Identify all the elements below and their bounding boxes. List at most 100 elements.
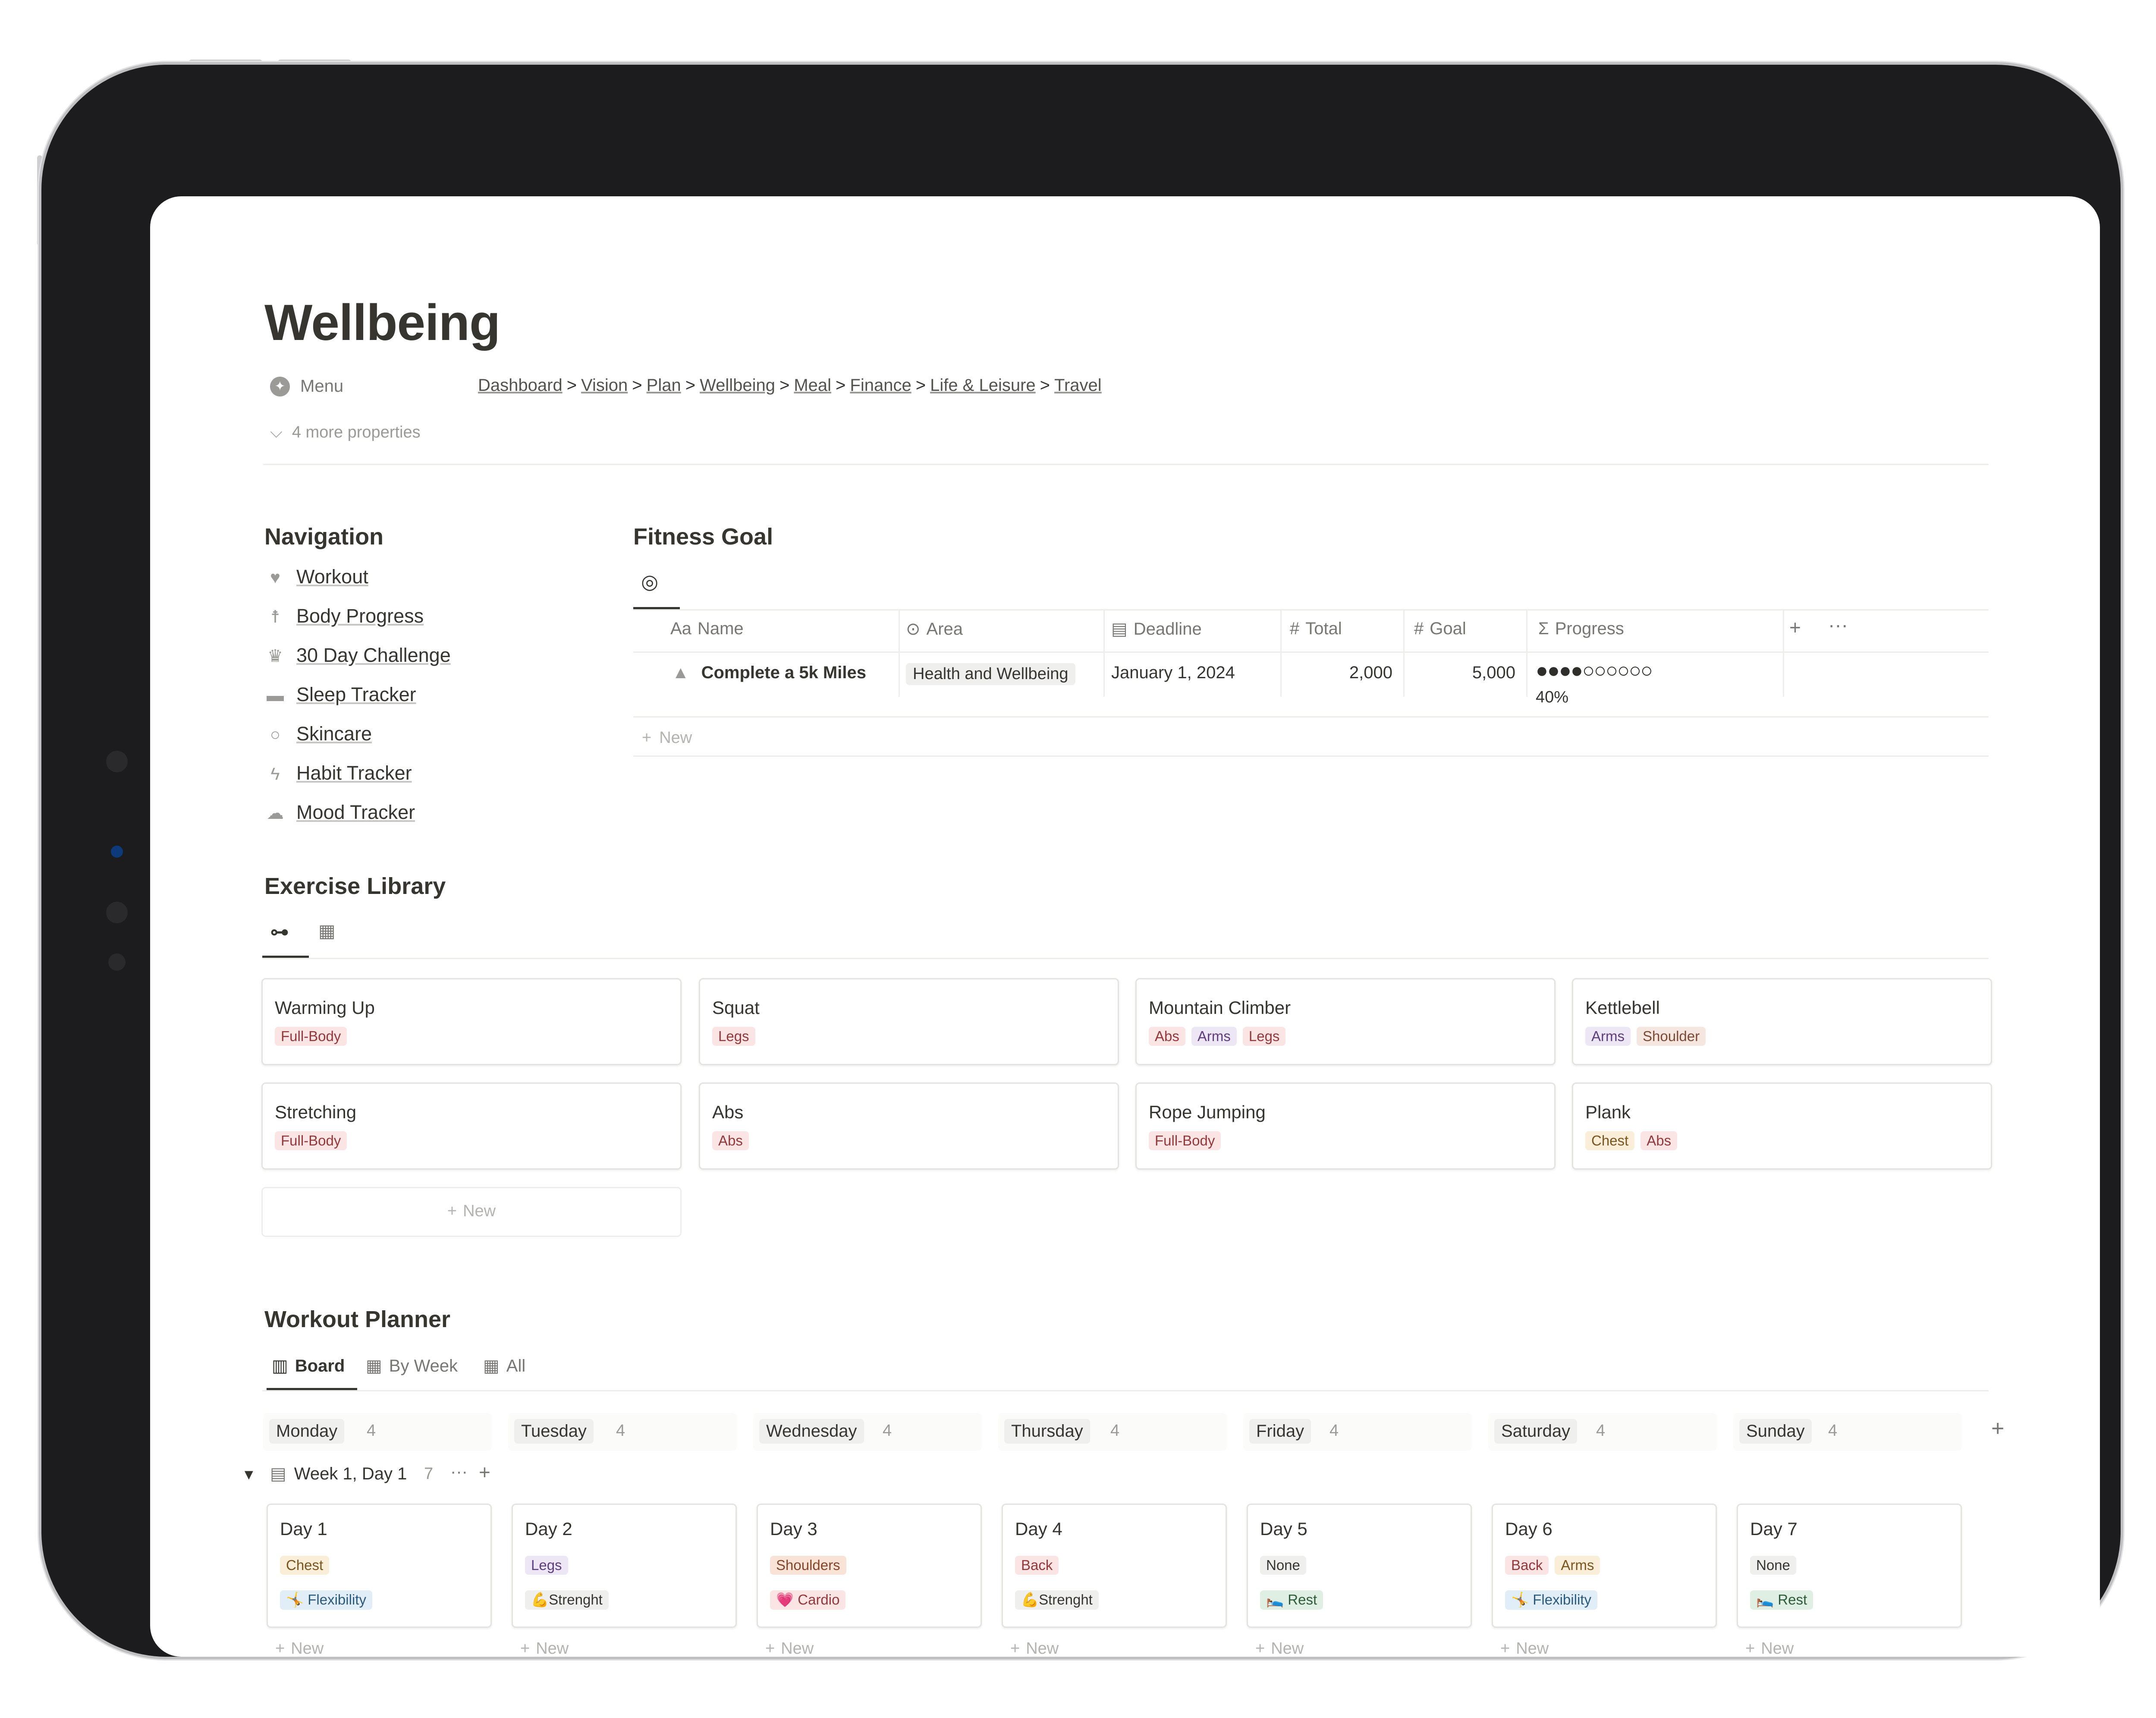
nav-item-mood-tracker[interactable]: ☁ Mood Tracker <box>264 801 415 824</box>
dumbbell-icon[interactable]: ⊶ <box>270 921 289 943</box>
exercise-card[interactable]: Stretching Full-Body <box>261 1082 682 1170</box>
column-progress[interactable]: Σ Progress <box>1538 619 1624 639</box>
plus-icon: + <box>1500 1639 1510 1657</box>
board-column-friday[interactable]: Friday 4 <box>1243 1413 1472 1451</box>
column-deadline[interactable]: ▤ Deadline <box>1111 619 1202 639</box>
new-card-button[interactable]: + New <box>1500 1639 1549 1657</box>
deadline-cell[interactable]: January 1, 2024 <box>1111 663 1235 683</box>
breadcrumb-wellbeing[interactable]: Wellbeing <box>700 376 775 395</box>
tag: Legs <box>1242 1027 1286 1046</box>
exercise-card[interactable]: Squat Legs <box>699 978 1119 1065</box>
new-card-button[interactable]: + New <box>1255 1639 1304 1657</box>
exercise-card[interactable]: Abs Abs <box>699 1082 1119 1170</box>
nav-item-habit-tracker[interactable]: ϟ Habit Tracker <box>264 762 412 784</box>
more-properties-toggle[interactable]: ⌵ 4 more properties <box>270 423 421 442</box>
new-card-button[interactable]: + New <box>1010 1639 1059 1657</box>
board-card[interactable]: Day 3 Shoulders 💗 Cardio <box>757 1504 982 1628</box>
nav-item-sleep-tracker[interactable]: ▬ Sleep Tracker <box>264 683 416 706</box>
card-title: Day 6 <box>1505 1519 1553 1539</box>
board-column-saturday[interactable]: Saturday 4 <box>1488 1413 1717 1451</box>
new-card-button[interactable]: + New <box>261 1187 682 1237</box>
board-card[interactable]: Day 6 Back Arms 🤸 Flexibility <box>1492 1504 1717 1628</box>
tab-by-week[interactable]: ▦ By Week <box>366 1356 458 1376</box>
board-column-wednesday[interactable]: Wednesday 4 <box>753 1413 982 1451</box>
new-label: New <box>1761 1639 1794 1657</box>
add-column-icon[interactable]: + <box>1789 616 1801 639</box>
exercise-card[interactable]: Plank Chest Abs <box>1572 1082 1992 1170</box>
card-title: Plank <box>1585 1102 1631 1122</box>
area-tag: Health and Wellbeing <box>906 663 1075 685</box>
board-card[interactable]: Day 7 None 🛌 Rest <box>1737 1504 1962 1628</box>
tag: Legs <box>525 1556 568 1575</box>
board-card[interactable]: Day 2 Legs 💪Strenght <box>512 1504 737 1628</box>
nav-item-30-day-challenge[interactable]: ♛ 30 Day Challenge <box>264 644 451 667</box>
tag: Shoulder <box>1637 1027 1706 1046</box>
board-column-sunday[interactable]: Sunday 4 <box>1733 1413 1962 1451</box>
breadcrumb-vision[interactable]: Vision <box>581 376 628 395</box>
more-options-icon[interactable]: ··· <box>450 1462 468 1482</box>
divider <box>262 1390 1989 1391</box>
table-icon[interactable]: ▦ <box>318 920 336 941</box>
exercise-card[interactable]: Warming Up Full-Body <box>261 978 682 1065</box>
target-icon[interactable]: ◎ <box>641 570 658 593</box>
board-column-monday[interactable]: Monday 4 <box>263 1413 492 1451</box>
table-row[interactable]: ▲ Complete a 5k Miles <box>672 663 866 683</box>
exercise-card[interactable]: Rope Jumping Full-Body <box>1135 1082 1556 1170</box>
weather-icon: ☁ <box>267 804 284 823</box>
sensor-icon <box>106 902 128 923</box>
breadcrumb: Dashboard > Vision > Plan > Wellbeing > Meal > Fin… <box>478 376 1102 395</box>
exercise-card[interactable]: Mountain Climber Abs Arms Legs <box>1135 978 1556 1065</box>
column-count: 4 <box>1828 1422 1838 1440</box>
board-card[interactable]: Day 1 Chest 🤸 Flexibility <box>267 1504 492 1628</box>
column-count: 4 <box>1329 1422 1339 1440</box>
collapse-triangle-icon[interactable]: ▼ <box>242 1466 256 1483</box>
tab-board[interactable]: ▥ Board <box>272 1356 345 1376</box>
tag: Back <box>1505 1556 1549 1575</box>
plus-icon: + <box>275 1639 285 1657</box>
exercise-card[interactable]: Kettlebell Arms Shoulder <box>1572 978 1992 1065</box>
breadcrumb-travel[interactable]: Travel <box>1054 376 1102 395</box>
total-cell[interactable]: 2,000 <box>1285 663 1392 683</box>
nav-item-label: Mood Tracker <box>296 801 415 823</box>
board-column-thursday[interactable]: Thursday 4 <box>998 1413 1227 1451</box>
nav-item-workout[interactable]: ♥ Workout <box>264 566 368 588</box>
add-group-icon[interactable]: + <box>1991 1416 2004 1441</box>
area-cell[interactable]: Health and Wellbeing <box>906 663 1075 685</box>
board-card[interactable]: Day 5 None 🛌 Rest <box>1247 1504 1472 1628</box>
column-total[interactable]: # Total <box>1290 619 1342 639</box>
add-icon[interactable]: + <box>479 1460 490 1484</box>
board-column-tuesday[interactable]: Tuesday 4 <box>508 1413 737 1451</box>
new-label: New <box>536 1639 569 1657</box>
divider <box>633 609 1989 610</box>
breadcrumb-dashboard[interactable]: Dashboard <box>478 376 563 395</box>
breadcrumb-meal[interactable]: Meal <box>794 376 831 395</box>
goal-cell[interactable]: 5,000 <box>1408 663 1515 683</box>
week-group[interactable]: ▤ Week 1, Day 1 <box>270 1464 407 1484</box>
divider <box>1103 610 1105 697</box>
nav-item-body-progress[interactable]: ☨ Body Progress <box>264 605 424 627</box>
new-card-button[interactable]: + New <box>520 1639 569 1657</box>
new-card-button[interactable]: + New <box>1745 1639 1794 1657</box>
bolt-icon: ϟ <box>270 765 280 783</box>
column-name[interactable]: Aa Name <box>670 619 744 639</box>
new-card-button[interactable]: + New <box>275 1639 324 1657</box>
new-card-button[interactable]: + New <box>765 1639 814 1657</box>
more-options-icon[interactable]: ··· <box>1828 613 1848 636</box>
breadcrumb-plan[interactable]: Plan <box>647 376 681 395</box>
column-goal[interactable]: # Goal <box>1414 619 1466 639</box>
breadcrumb-life-leisure[interactable]: Life & Leisure <box>930 376 1036 395</box>
breadcrumb-finance[interactable]: Finance <box>850 376 911 395</box>
column-label: Thursday <box>1004 1419 1090 1444</box>
column-label: Tuesday <box>514 1419 594 1444</box>
nav-item-skincare[interactable]: ○ Skincare <box>264 723 372 745</box>
goal-name: Complete a 5k Miles <box>701 663 866 682</box>
tag: Back <box>1015 1556 1059 1575</box>
nav-item-label: Habit Tracker <box>296 762 412 784</box>
column-label: Deadline <box>1133 620 1202 639</box>
column-area[interactable]: ⊙ Area <box>906 619 963 639</box>
tab-all[interactable]: ▦ All <box>483 1356 525 1376</box>
board-card[interactable]: Day 4 Back 💪Strenght <box>1002 1504 1227 1628</box>
nav-item-label: Sleep Tracker <box>296 683 416 705</box>
tag: 🤸 Flexibility <box>280 1590 372 1610</box>
new-row-button[interactable]: + New <box>642 729 692 747</box>
